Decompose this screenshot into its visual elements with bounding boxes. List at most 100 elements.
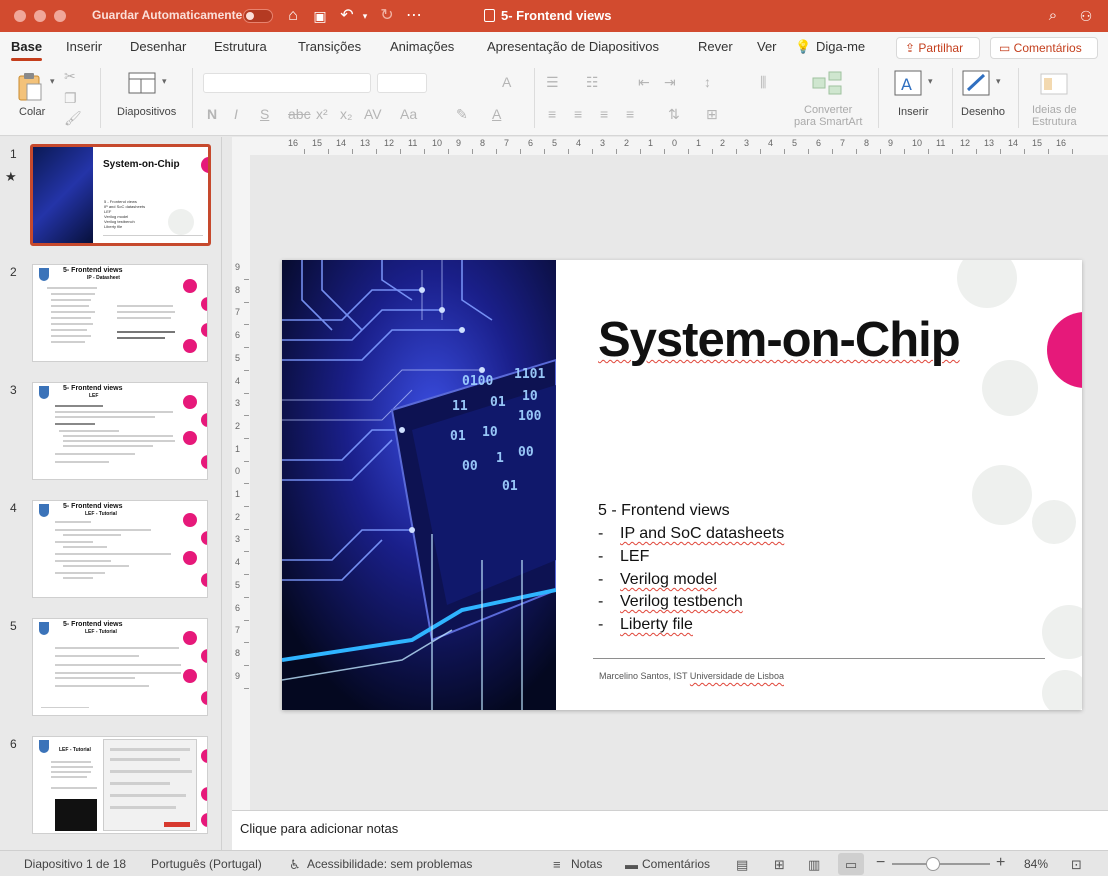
slide-thumbnail-2[interactable]: 5- Frontend views IP - Datasheet bbox=[32, 264, 208, 362]
ruler-tick bbox=[880, 149, 881, 154]
tab-inserir[interactable]: Inserir bbox=[66, 39, 102, 54]
highlight-icon[interactable]: ✎ bbox=[456, 106, 468, 123]
notes-pane[interactable]: Clique para adicionar notas bbox=[232, 810, 1108, 850]
align-center-icon[interactable]: ≡ bbox=[574, 106, 582, 122]
copy-icon[interactable]: ❐ bbox=[64, 90, 77, 107]
slide-thumbnails-pane[interactable]: 1 ★ System-on-Chip 5 - Frontend views IP… bbox=[0, 137, 222, 850]
tab-rever[interactable]: Rever bbox=[698, 39, 733, 54]
cut-icon[interactable]: ✂ bbox=[64, 68, 76, 85]
save-icon[interactable]: ▣ bbox=[311, 5, 329, 27]
change-case-icon[interactable]: Aa bbox=[400, 106, 417, 122]
zoom-slider[interactable] bbox=[892, 857, 990, 871]
strikethrough-icon[interactable]: abc bbox=[288, 106, 311, 122]
redo-icon[interactable]: ↻ bbox=[378, 5, 396, 27]
slide-bullet-5[interactable]: - Liberty file bbox=[598, 616, 693, 634]
accessibility-status[interactable]: Acessibilidade: sem problemas bbox=[307, 857, 472, 871]
tab-transicoes[interactable]: Transições bbox=[298, 39, 361, 54]
bullets-icon[interactable]: ☰ bbox=[546, 74, 559, 91]
tab-apresentacao[interactable]: Apresentação de Diapositivos bbox=[487, 39, 659, 54]
italic-icon[interactable]: I bbox=[234, 106, 238, 122]
zoom-out-icon[interactable]: − bbox=[876, 854, 885, 872]
normal-view-icon[interactable]: ▤ bbox=[736, 857, 748, 873]
subscript-icon[interactable]: x₂ bbox=[340, 106, 352, 122]
zoom-level[interactable]: 84% bbox=[1024, 857, 1048, 871]
slide-bullet-4[interactable]: - Verilog testbench bbox=[598, 593, 743, 611]
increase-indent-icon[interactable]: ⇥ bbox=[664, 74, 676, 91]
chevron-down-icon[interactable]: ▾ bbox=[50, 76, 55, 87]
horizontal-ruler[interactable]: 16 15 14 13 12 11 10 9 8 7 6 5 4 3 2 1 0 1 2 3 4 5 6 7 8 9 10 11 12 1… bbox=[232, 137, 1108, 155]
slide-title[interactable]: System-on-Chip bbox=[598, 312, 961, 368]
decrease-indent-icon[interactable]: ⇤ bbox=[638, 74, 650, 91]
more-icon[interactable]: ⋯ bbox=[405, 5, 423, 27]
zoom-window-button[interactable] bbox=[54, 10, 66, 22]
convert-smartart-button[interactable]: Converter para SmartArt bbox=[792, 70, 868, 130]
search-icon[interactable]: ⌕ bbox=[1044, 5, 1062, 27]
comments-icon[interactable]: ▬ bbox=[625, 857, 638, 872]
slide-bullet-2[interactable]: - LEF bbox=[598, 548, 649, 566]
slide-heading[interactable]: 5 - Frontend views bbox=[598, 502, 730, 520]
slide-bullet-1[interactable]: - IP and SoC datasheets bbox=[598, 525, 784, 543]
zoom-in-icon[interactable]: + bbox=[996, 854, 1005, 872]
share-people-icon[interactable]: ⚇ bbox=[1076, 5, 1096, 27]
bold-icon[interactable]: N bbox=[207, 106, 217, 122]
home-icon[interactable]: ⌂ bbox=[284, 5, 302, 27]
undo-icon[interactable]: ↶ bbox=[338, 5, 356, 27]
language[interactable]: Português (Portugal) bbox=[151, 857, 262, 871]
notes-button[interactable]: Notas bbox=[571, 857, 602, 871]
font-size-select[interactable] bbox=[377, 73, 427, 93]
tab-ver[interactable]: Ver bbox=[757, 39, 777, 54]
fit-to-window-icon[interactable]: ⊡ bbox=[1071, 857, 1082, 873]
slide-thumbnail-3[interactable]: 5- Frontend views LEF bbox=[32, 382, 208, 480]
main-slide[interactable]: 01001101 110110 0110100 00100 01 bbox=[282, 260, 1082, 710]
svg-text:0100: 0100 bbox=[462, 374, 493, 389]
numbering-icon[interactable]: ☷ bbox=[586, 74, 599, 91]
slide-sorter-icon[interactable]: ⊞ bbox=[774, 857, 785, 873]
superscript-icon[interactable]: x² bbox=[316, 106, 328, 122]
close-window-button[interactable] bbox=[14, 10, 26, 22]
comments-button[interactable]: ▭ Comentários bbox=[990, 37, 1098, 59]
chevron-down-icon[interactable]: ▾ bbox=[360, 5, 370, 27]
character-spacing-icon[interactable]: AV bbox=[364, 106, 382, 122]
comments-status-button[interactable]: Comentários bbox=[642, 857, 710, 871]
design-ideas-button[interactable]: Ideias de Estrutura bbox=[1026, 70, 1086, 130]
clear-format-icon[interactable]: A bbox=[502, 74, 511, 90]
paste-button[interactable]: Colar bbox=[14, 70, 54, 124]
reading-view-icon[interactable]: ▥ bbox=[808, 857, 820, 873]
notes-placeholder[interactable]: Clique para adicionar notas bbox=[240, 821, 398, 836]
tab-desenhar[interactable]: Desenhar bbox=[130, 39, 186, 54]
decor-circle bbox=[1042, 670, 1082, 710]
slide-thumbnail-1[interactable]: System-on-Chip 5 - Frontend views IP and… bbox=[30, 144, 211, 246]
accessibility-icon[interactable]: ♿ bbox=[289, 857, 301, 873]
zoom-slider-knob[interactable] bbox=[926, 857, 940, 871]
align-right-icon[interactable]: ≡ bbox=[600, 106, 608, 122]
slideshow-icon[interactable]: ▭ bbox=[838, 853, 864, 875]
align-text-icon[interactable]: ⊞ bbox=[706, 106, 718, 123]
autosave-toggle[interactable] bbox=[243, 9, 273, 23]
notes-icon[interactable]: ≡ bbox=[553, 857, 561, 872]
justify-icon[interactable]: ≡ bbox=[626, 106, 634, 122]
insert-button[interactable]: A ▾ Inserir bbox=[892, 70, 942, 124]
tell-me-icon[interactable]: 💡 bbox=[795, 39, 811, 55]
font-family-select[interactable] bbox=[203, 73, 371, 93]
columns-icon[interactable]: ⫼ bbox=[760, 74, 766, 91]
text-direction-icon[interactable]: ⇅ bbox=[668, 106, 680, 123]
slide-thumbnail-4[interactable]: 5- Frontend views LEF - Tutorial bbox=[32, 500, 208, 598]
font-color-icon[interactable]: A bbox=[492, 106, 501, 122]
slide-thumbnail-5[interactable]: 5- Frontend views LEF - Tutorial bbox=[32, 618, 208, 716]
underline-icon[interactable]: S bbox=[260, 106, 269, 122]
format-painter-icon[interactable]: 🖌 bbox=[64, 110, 82, 127]
tab-diga-me[interactable]: Diga-me bbox=[816, 39, 865, 54]
share-button[interactable]: ⇪ Partilhar bbox=[896, 37, 980, 59]
tab-estrutura[interactable]: Estrutura bbox=[214, 39, 267, 54]
slide-bullet-3[interactable]: - Verilog model bbox=[598, 571, 717, 589]
tab-base[interactable]: Base bbox=[11, 39, 42, 54]
line-spacing-icon[interactable]: ↕ bbox=[704, 74, 711, 90]
minimize-window-button[interactable] bbox=[34, 10, 46, 22]
slide-footer[interactable]: Marcelino Santos, IST Universidade de Li… bbox=[599, 671, 784, 681]
align-left-icon[interactable]: ≡ bbox=[548, 106, 556, 122]
vertical-ruler[interactable]: 9 8 7 6 5 4 3 2 1 0 1 2 3 4 5 6 7 8 9 bbox=[232, 155, 250, 810]
slide-thumbnail-6[interactable]: LEF - Tutorial bbox=[32, 736, 208, 834]
slides-button[interactable]: ▾ Diapositivos bbox=[110, 70, 186, 124]
drawing-button[interactable]: ▾ Desenho bbox=[960, 70, 1010, 124]
tab-animacoes[interactable]: Animações bbox=[390, 39, 454, 54]
